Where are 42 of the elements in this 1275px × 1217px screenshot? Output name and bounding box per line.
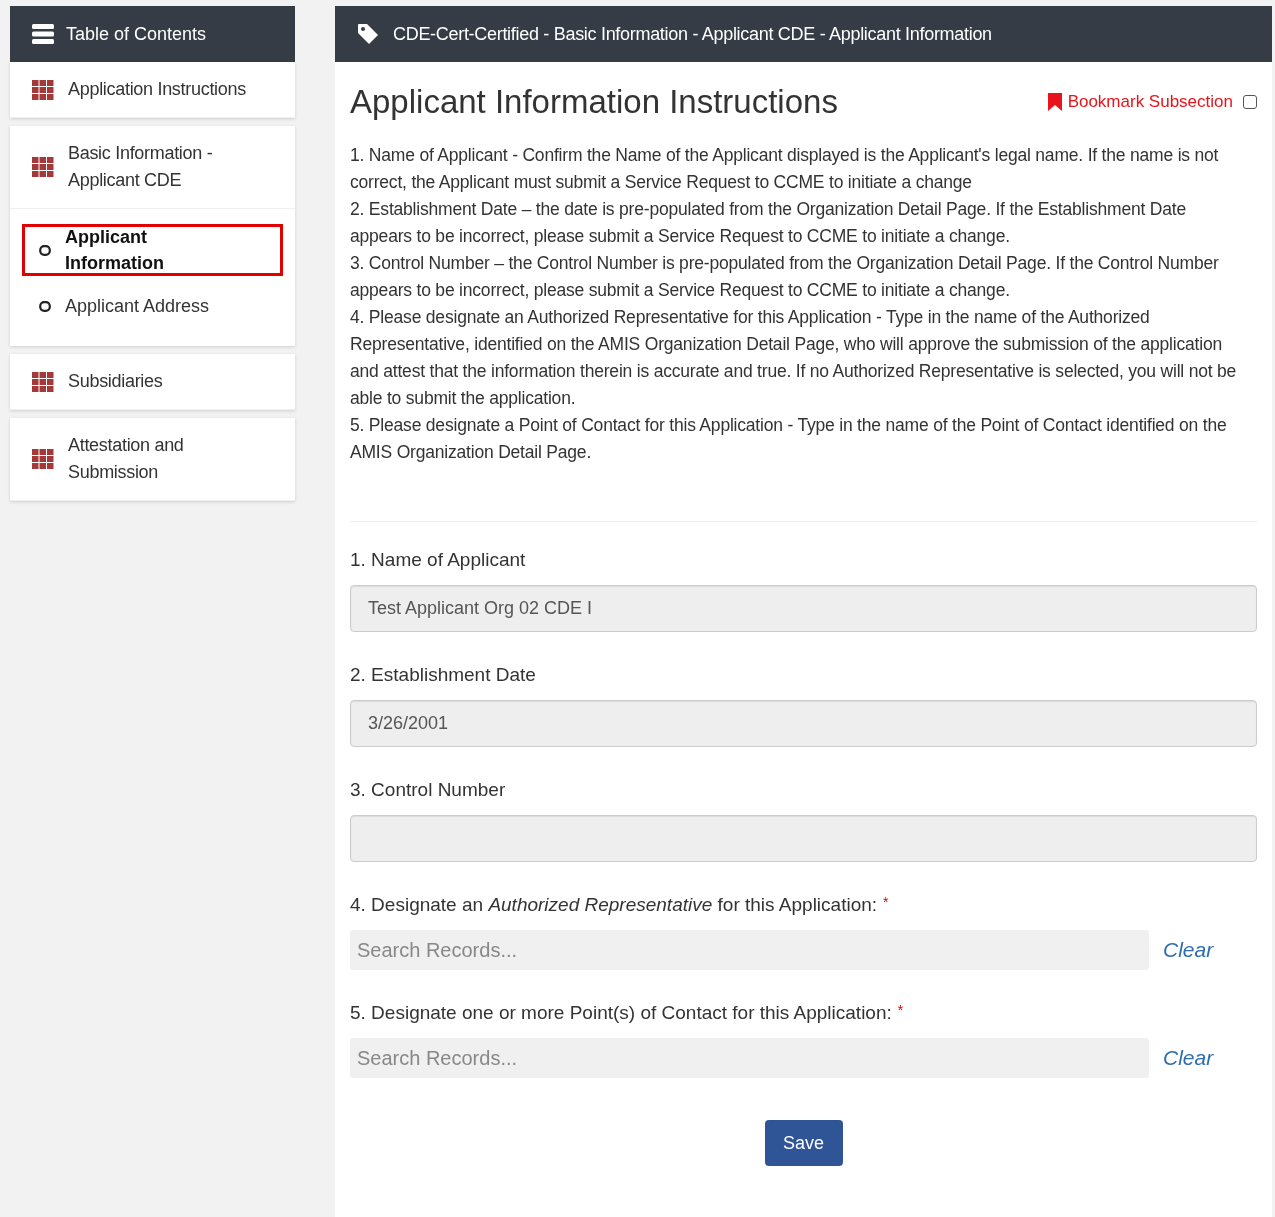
toc-section[interactable]: Attestation and Submission: [10, 418, 295, 501]
instruction-text: 3. Control Number – the Control Number is pre-populated from the Organization Detail Page. If the Control Number appears to be incorrect, please submit a Service Request to CCME to initiate a change.: [350, 252, 1220, 302]
grid-icon: [32, 79, 54, 100]
readonly-field[interactable]: [350, 815, 1257, 862]
instruction-text: 1. Name of Applicant - Confirm the Name of the Applicant displayed is the Applicant's legal name. If the name is not correct, the Applicant must submit a Service Request to CCME to initiate a change: [350, 144, 1220, 194]
page-heading: Applicant Information Instructions: [350, 82, 838, 122]
toc-item[interactable]: Applicant Address: [22, 280, 283, 332]
instruction-text: 5. Please designate a Point of Contact for this Application - Type in the name of the Point of Contact identified on the AMIS Organization Detail Page.: [350, 414, 1228, 464]
toc-section-label: Attestation and Submission: [68, 434, 185, 484]
field-label: 2. Establishment Date: [350, 663, 536, 687]
toc-section-label: Subsidiaries: [68, 370, 163, 393]
required-mark: *: [897, 1001, 904, 1020]
list-icon: [32, 23, 54, 45]
grid-icon: [32, 449, 54, 469]
clear-link[interactable]: Clear: [1157, 1042, 1257, 1074]
readonly-field[interactable]: Test Applicant Org 02 CDE I: [350, 585, 1257, 632]
bookmark-checkbox[interactable]: [1243, 94, 1257, 109]
readonly-field[interactable]: 3/26/2001: [350, 700, 1257, 747]
toc-item[interactable]: Applicant Information: [22, 224, 283, 276]
toc-section-label: Application Instructions: [68, 78, 246, 101]
bookmark-icon: [1047, 92, 1062, 111]
toc-section[interactable]: Basic Information - Applicant CDE: [10, 126, 295, 209]
tag-icon: [357, 23, 379, 45]
field-label: 4. Designate an Authorized Representative for this Application:: [350, 893, 878, 917]
bookmark-link[interactable]: Bookmark Subsection: [1067, 89, 1233, 115]
toc-title: Table of Contents: [66, 22, 207, 46]
toc-section-label: Basic Information - Applicant CDE: [68, 142, 214, 192]
clear-link[interactable]: Clear: [1157, 934, 1257, 966]
field-label: 3. Control Number: [350, 778, 506, 802]
save-button[interactable]: Save: [764, 1120, 843, 1166]
grid-icon: [32, 371, 54, 392]
grid-icon: [32, 157, 54, 177]
search-field[interactable]: Search Records...: [350, 1038, 1149, 1078]
search-field[interactable]: Search Records...: [350, 930, 1149, 970]
required-mark: *: [883, 893, 889, 912]
field-label: 1. Name of Applicant: [350, 548, 526, 572]
field-label: 5. Designate one or more Point(s) of Contact for this Application:: [350, 1001, 892, 1025]
breadcrumb: CDE-Cert-Certified - Basic Information - Applicant CDE - Applicant Information: [393, 22, 992, 46]
instruction-text: 2. Establishment Date – the date is pre-populated from the Organization Detail Page. If the Establishment Date appears to be incorrect, please submit a Service Request to CCME to initiate a change.: [350, 198, 1187, 248]
toc-section[interactable]: Application Instructions: [10, 62, 295, 118]
instruction-text: 4. Please designate an Authorized Representative for this Application - Type in the name of the Authorized Representative, identified on the AMIS Organization Detail Page, who will approve the submission of the application and attest that the information therein is accurate and true. If no Authorized Representative is selected, you will not be able to submit the application.: [350, 306, 1238, 410]
toc-section[interactable]: Subsidiaries: [10, 354, 295, 410]
